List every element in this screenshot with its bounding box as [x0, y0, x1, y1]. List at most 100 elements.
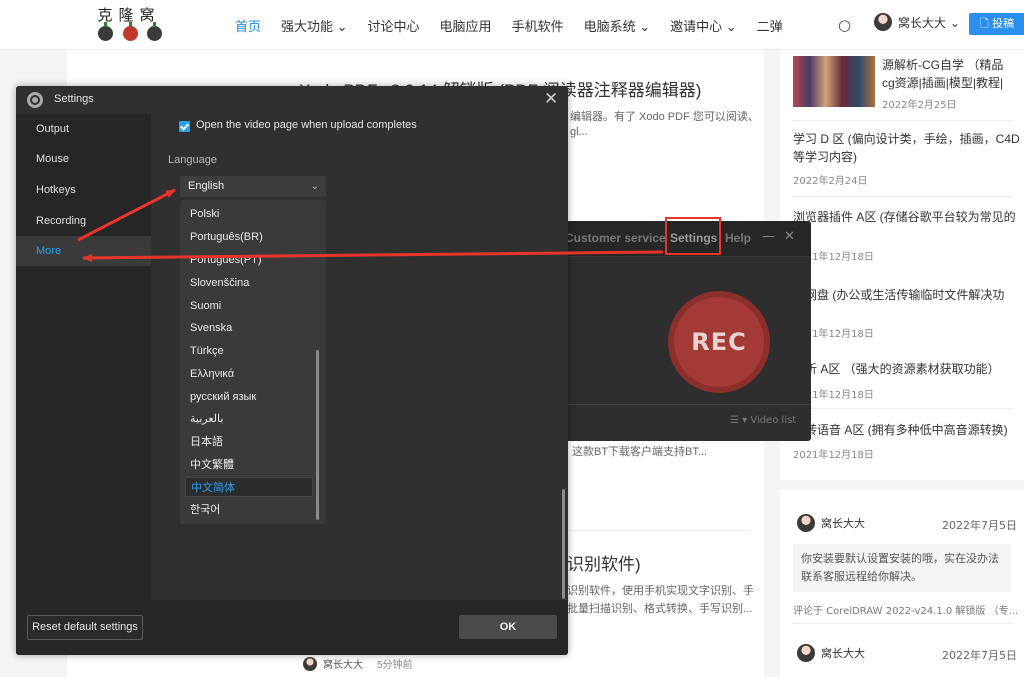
comment-date: 2022年7月5日	[942, 649, 1017, 662]
nav-danmaku[interactable]: 二弹	[757, 16, 783, 35]
customer-service-link[interactable]: Customer service	[565, 231, 666, 245]
chevron-down-icon: ⌄	[310, 181, 319, 192]
article-excerpt: gl...	[570, 126, 588, 138]
language-dropdown: Polski Português(BR) Portugues(PT) Slove…	[180, 200, 326, 524]
settings-highlight-box	[665, 217, 721, 255]
comment-date: 2022年7月5日	[942, 519, 1017, 532]
site-nav: 首页 强大功能 ⌄ 讨论中心 电脑应用 手机软件 电脑系统 ⌄ 邀请中心 ⌄ 二…	[235, 0, 803, 50]
language-option[interactable]: Polski	[185, 204, 313, 224]
gear-icon	[27, 92, 43, 108]
article-meta: 窝长大大 5分钟前	[303, 656, 413, 671]
settings-content: Open the video page when upload complete…	[151, 114, 568, 600]
nav-home[interactable]: 首页	[235, 16, 261, 35]
sidebar-item-more[interactable]: More	[16, 236, 151, 266]
nav-pc-systems[interactable]: 电脑系统 ⌄	[584, 16, 651, 35]
language-option[interactable]: بالعربية	[185, 409, 313, 429]
comment-author[interactable]: 窝长大大	[797, 514, 865, 532]
comment-author[interactable]: 窝长大大	[797, 644, 865, 662]
nav-discussion[interactable]: 讨论中心	[368, 16, 420, 35]
divider	[555, 404, 811, 405]
divider	[793, 408, 1013, 409]
sidebar-post-date: 2022年2月24日	[793, 176, 868, 187]
search-icon[interactable]: ○	[838, 16, 851, 34]
site-header: 克隆窝 首页 强大功能 ⌄ 讨论中心 电脑应用 手机软件 电脑系统 ⌄ 邀请中心…	[0, 0, 1024, 50]
article-author[interactable]: 窝长大大	[323, 656, 363, 671]
post-thumbnail[interactable]	[793, 56, 875, 107]
record-button[interactable]: REC	[668, 291, 770, 393]
sidebar-item-hotkeys[interactable]: Hotkeys	[16, 175, 151, 205]
article-title[interactable]: 识别软件)	[567, 550, 641, 575]
close-icon[interactable]: ✕	[544, 89, 558, 109]
language-option[interactable]: Suomi	[185, 296, 313, 316]
language-option-selected[interactable]: 中文简体	[185, 477, 313, 497]
sidebar-post-title[interactable]: 学习 D 区 (偏向设计类，手绘，插画，C4D 等学习内容)	[793, 130, 1021, 166]
dialog-titlebar: Settings ✕	[16, 86, 568, 114]
sidebar-post-title[interactable]: 浏览器插件 A区 (存储谷歌平台较为常见的件)	[793, 208, 1021, 244]
comment-ref[interactable]: 评论于 CorelDRAW 2022-v24.1.0 解锁版 （专...	[793, 602, 1023, 617]
sidebar-item-mouse[interactable]: Mouse	[16, 144, 151, 174]
site-logo[interactable]: 克隆窝	[94, 4, 164, 46]
language-label: Language	[168, 154, 217, 166]
sidebar-post-title[interactable]: 时网盘 (办公或生活传输临时文件解决功	[793, 286, 1021, 304]
close-icon[interactable]: ✕	[784, 229, 795, 244]
avatar	[797, 514, 815, 532]
comment-user: 窝长大大	[821, 517, 865, 530]
nav-pc-apps[interactable]: 电脑应用	[440, 16, 492, 35]
language-selected: English	[188, 180, 225, 192]
video-list-button[interactable]: ☰ ▾ Video list	[730, 415, 796, 426]
article-excerpt: 这款BT下载客户端支持BT...	[572, 446, 708, 458]
language-option[interactable]: 한국어	[185, 500, 313, 520]
sidebar-post-title[interactable]: 解析 A区 （强大的资源素材获取功能）	[793, 360, 1021, 378]
avatar	[797, 644, 815, 662]
language-option[interactable]: 日本語	[185, 432, 313, 452]
user-name: 窝长大大 ⌄	[898, 15, 960, 30]
comment-text: 你安装要默认设置安装的哦，实在没办法联系客服远程给你解决。	[793, 544, 1011, 592]
language-option[interactable]: Ελληνικά	[185, 364, 313, 384]
logo-dot-icon	[147, 22, 162, 41]
logo-icons	[98, 22, 162, 42]
nav-features[interactable]: 强大功能 ⌄	[281, 16, 348, 35]
sidebar-post-date: 2021年12月18日	[793, 450, 874, 461]
article-excerpt: 批量扫描识别、格式转换、手写识别...	[567, 603, 753, 615]
divider	[793, 120, 1013, 121]
sidebar-item-recording[interactable]: Recording	[16, 206, 151, 236]
language-select[interactable]: English ⌄	[180, 176, 326, 197]
divider	[793, 623, 1013, 624]
dropdown-scrollbar[interactable]	[316, 350, 319, 520]
language-option[interactable]: Türkçe	[185, 341, 313, 361]
sidebar-post-title[interactable]: 源解析-CG自学 （精品cg资源|插画|模型|教程|影...	[882, 56, 1014, 92]
nav-mobile-apps[interactable]: 手机软件	[512, 16, 564, 35]
reset-defaults-button[interactable]: Reset default settings	[27, 615, 143, 640]
sidebar-comments: 窝长大大 2022年7月5日 你安装要默认设置安装的哦，实在没办法联系客服远程给…	[780, 490, 1024, 677]
help-link[interactable]: Help	[725, 231, 751, 245]
logo-dot-icon	[122, 22, 138, 41]
sidebar-post-date: 2022年2月25日	[882, 100, 957, 111]
language-option[interactable]: Portugues(PT)	[185, 250, 313, 270]
checkbox-label[interactable]: Open the video page when upload complete…	[196, 119, 417, 131]
divider	[570, 530, 750, 531]
nav-invite[interactable]: 邀请中心 ⌄	[670, 16, 737, 35]
language-option[interactable]: 中文繁體	[185, 455, 313, 475]
user-menu[interactable]: 窝长大大 ⌄	[874, 13, 960, 31]
divider	[793, 196, 1013, 197]
sidebar-item-output[interactable]: Output	[16, 114, 151, 144]
article-time: 5分钟前	[377, 660, 413, 671]
upload-checkbox[interactable]	[179, 121, 190, 132]
sidebar-post-title[interactable]: 字转语音 A区 (拥有多种低中高音源转换)	[793, 421, 1021, 439]
sidebar-latest: 源解析-CG自学 （精品cg资源|插画|模型|教程|影... 2022年2月25…	[780, 50, 1024, 480]
record-label: REC	[691, 328, 747, 356]
dialog-footer: Reset default settings OK	[16, 600, 568, 655]
content-scrollbar[interactable]	[562, 489, 565, 599]
avatar	[874, 13, 892, 31]
minimize-icon[interactable]: —	[762, 229, 775, 244]
comment-user: 窝长大大	[821, 647, 865, 660]
language-option[interactable]: Slovenščina	[185, 273, 313, 293]
ok-button[interactable]: OK	[459, 615, 557, 639]
dialog-title: Settings	[54, 93, 94, 105]
post-button[interactable]: 🗋 投稿	[969, 13, 1024, 35]
article-excerpt: 编辑器。有了 Xodo PDF 您可以阅读、	[570, 111, 759, 123]
logo-dot-icon	[98, 22, 113, 41]
language-option[interactable]: русский язык	[185, 387, 313, 407]
language-option[interactable]: Svenska	[185, 318, 313, 338]
language-option[interactable]: Português(BR)	[185, 227, 313, 247]
